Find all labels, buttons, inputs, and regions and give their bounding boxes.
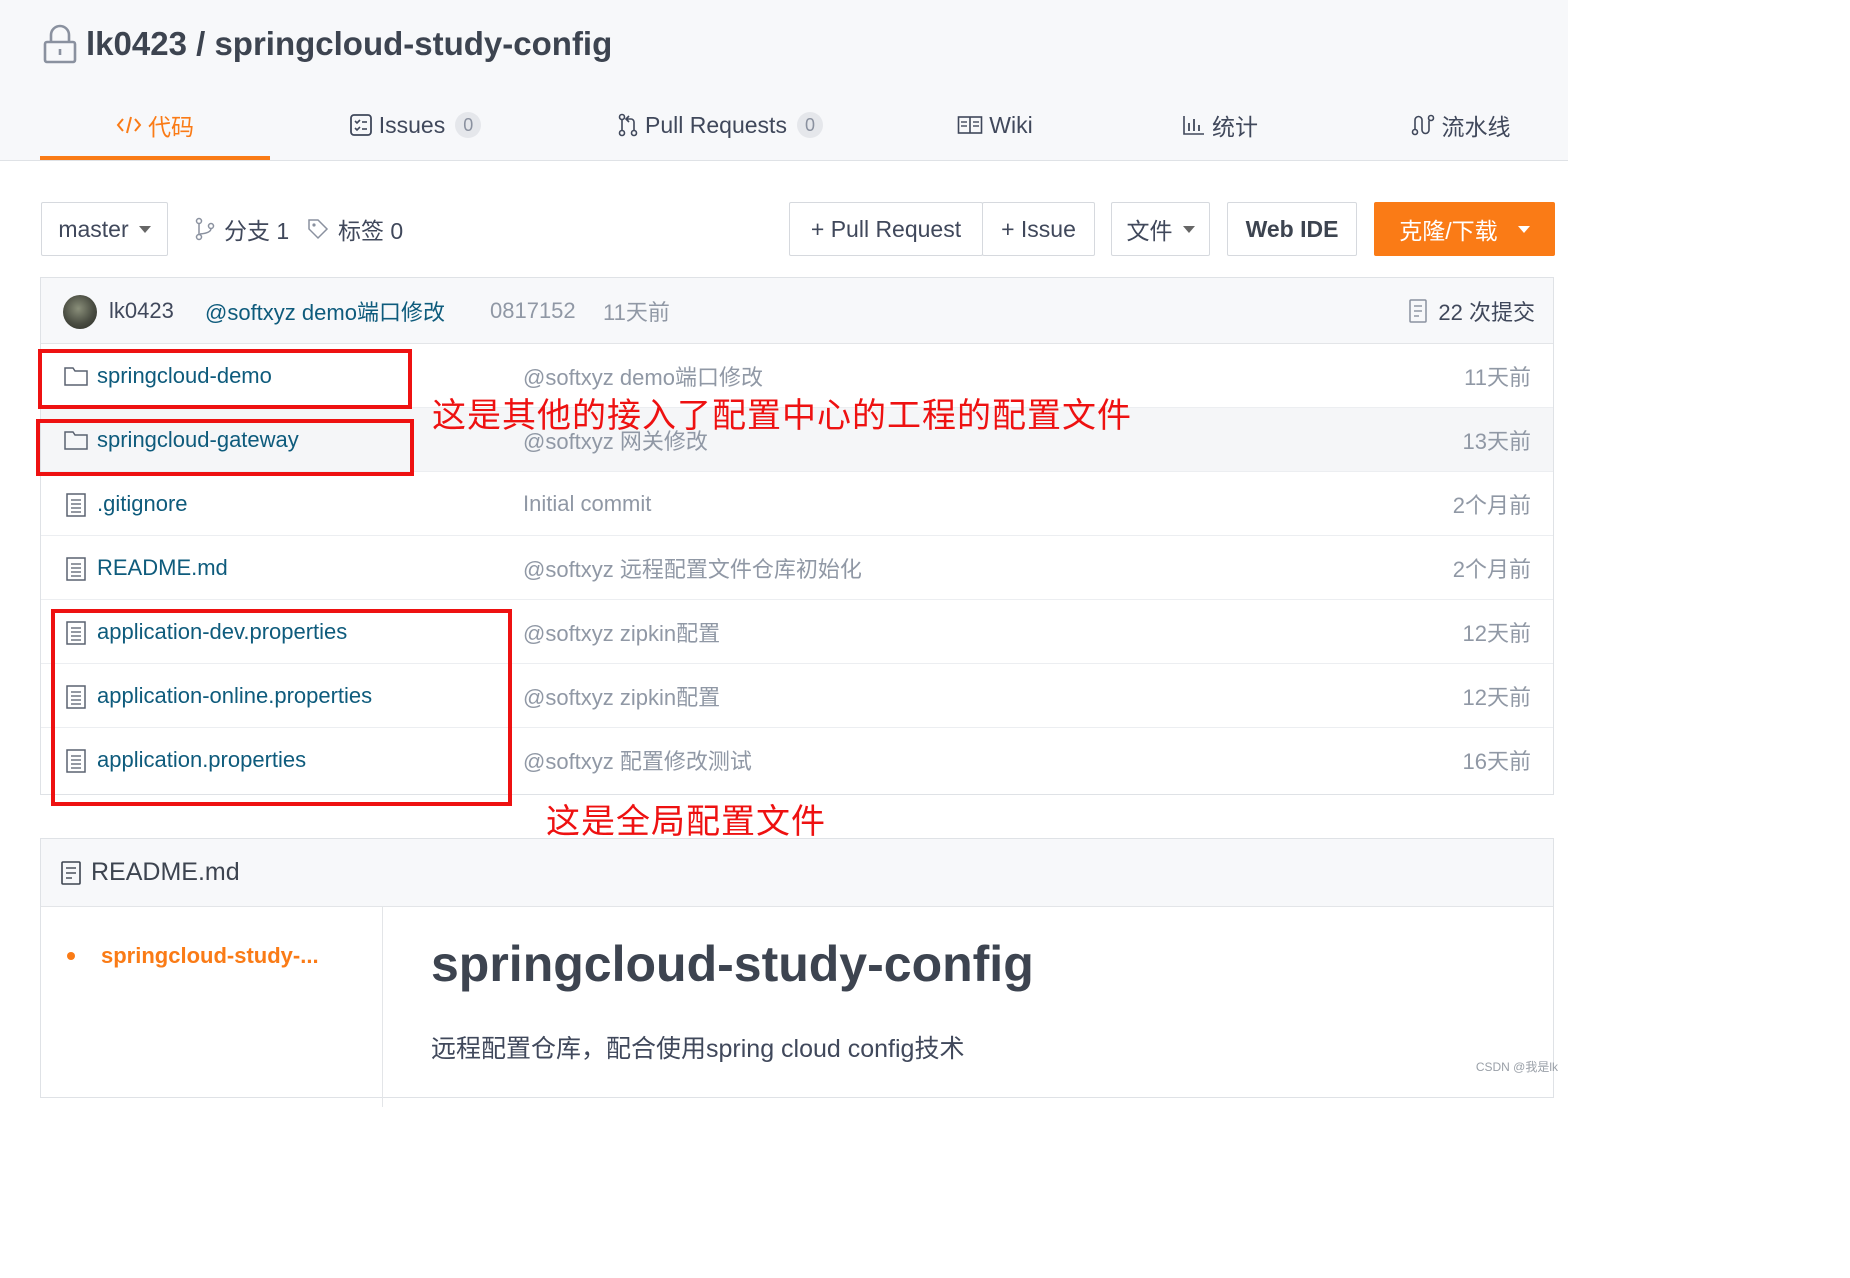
file-name-link[interactable]: application-dev.properties	[97, 600, 347, 664]
readme-icon	[59, 860, 83, 886]
file-commit-message[interactable]: @softxyz 远程配置文件仓库初始化	[523, 536, 862, 600]
tab-pull-requests[interactable]: Pull Requests 0	[605, 92, 835, 158]
file-commit-time: 12天前	[1462, 621, 1531, 646]
commit-count-link[interactable]: 22 次提交	[1408, 278, 1535, 344]
latest-commit-bar: lk0423 @softxyz demo端口修改 0817152 11天前 22…	[41, 278, 1553, 344]
file-commit-message[interactable]: @softxyz 配置修改测试	[523, 728, 752, 792]
file-commit-time: 11天前	[1464, 365, 1531, 390]
file-name-link[interactable]: springcloud-gateway	[97, 408, 299, 472]
commit-sha[interactable]: 0817152	[490, 278, 576, 344]
pull-requests-count-badge: 0	[796, 112, 823, 138]
code-icon	[116, 114, 142, 136]
readme-description: 远程配置仓库，配合使用spring cloud config技术	[431, 1035, 965, 1063]
pipeline-icon	[1410, 113, 1436, 137]
avatar[interactable]	[63, 295, 97, 329]
annotation-label-projects: 这是其他的接入了配置中心的工程的配置文件	[432, 397, 1132, 435]
lock-icon	[42, 24, 78, 64]
chevron-down-icon	[1182, 225, 1195, 233]
file-commit-time: 12天前	[1462, 685, 1531, 710]
readme-heading: springcloud-study-config	[431, 936, 1034, 992]
file-icon	[63, 620, 89, 646]
toc-item[interactable]: springcloud-study-...	[67, 943, 319, 969]
file-name-link[interactable]: application.properties	[97, 728, 306, 792]
file-icon	[63, 492, 89, 518]
file-row[interactable]: application.properties @softxyz 配置修改测试 1…	[41, 728, 1553, 792]
file-icon	[63, 748, 89, 774]
pull-request-icon	[617, 113, 639, 137]
file-commit-time: 13天前	[1462, 429, 1531, 454]
annotation-label-global: 这是全局配置文件	[546, 803, 826, 841]
file-icon	[63, 684, 89, 710]
branch-select[interactable]: master	[41, 202, 168, 256]
tab-wiki[interactable]: Wiki	[940, 92, 1050, 158]
file-row[interactable]: application-dev.properties @softxyz zipk…	[41, 600, 1553, 664]
watermark: CSDN @我是lk	[1475, 1060, 1558, 1074]
file-row[interactable]: application-online.properties @softxyz z…	[41, 664, 1553, 728]
readme-filename: README.md	[91, 858, 240, 886]
file-commit-time: 2个月前	[1452, 493, 1531, 518]
file-commit-message[interactable]: @softxyz zipkin配置	[523, 664, 720, 728]
repo-separator: /	[186, 25, 215, 62]
tab-code[interactable]: 代码	[40, 92, 270, 158]
commit-message[interactable]: @softxyz demo端口修改	[205, 278, 445, 344]
wiki-icon	[957, 115, 983, 135]
file-commit-time: 2个月前	[1452, 557, 1531, 582]
repo-name-link[interactable]: springcloud-study-config	[214, 25, 612, 63]
file-list: lk0423 @softxyz demo端口修改 0817152 11天前 22…	[40, 277, 1554, 795]
file-icon	[63, 556, 89, 582]
file-commit-message[interactable]: Initial commit	[523, 472, 651, 536]
new-pull-request-button[interactable]: + Pull Request	[789, 202, 983, 256]
tab-pipeline[interactable]: 流水线	[1390, 92, 1530, 158]
file-name-link[interactable]: .gitignore	[97, 472, 188, 536]
file-name-link[interactable]: application-online.properties	[97, 664, 372, 728]
commit-author[interactable]: lk0423	[109, 278, 174, 344]
repo-title: lk0423 / springcloud-study-config	[42, 22, 612, 66]
file-menu-button[interactable]: 文件	[1111, 202, 1210, 256]
repo-tabs: 代码 Issues 0 Pull Requests 0 Wiki 统计 流水线	[40, 92, 1540, 160]
tab-issues[interactable]: Issues 0	[340, 92, 490, 158]
active-tab-indicator	[40, 156, 270, 160]
repo-header: lk0423 / springcloud-study-config 代码 Iss…	[0, 0, 1568, 161]
repo-owner-link[interactable]: lk0423	[86, 25, 187, 63]
file-row[interactable]: .gitignore Initial commit 2个月前	[41, 472, 1553, 536]
readme-panel: README.md springcloud-study-... springcl…	[40, 838, 1554, 1107]
tab-stats[interactable]: 统计	[1165, 92, 1275, 158]
file-commit-time: 16天前	[1462, 749, 1531, 774]
clone-download-button[interactable]: 克隆/下载	[1374, 202, 1555, 256]
new-issue-button[interactable]: + Issue	[982, 202, 1095, 256]
readme-header: README.md	[41, 839, 1553, 907]
file-name-link[interactable]: springcloud-demo	[97, 344, 272, 408]
file-commit-message[interactable]: @softxyz zipkin配置	[523, 600, 720, 664]
commits-icon	[1408, 298, 1430, 324]
file-row[interactable]: README.md @softxyz 远程配置文件仓库初始化 2个月前	[41, 536, 1553, 600]
readme-toc: springcloud-study-...	[41, 907, 383, 1107]
chevron-down-icon	[138, 225, 151, 233]
commit-time: 11天前	[603, 300, 670, 325]
web-ide-button[interactable]: Web IDE	[1227, 202, 1357, 256]
branch-icon	[194, 217, 216, 241]
chart-icon	[1182, 114, 1206, 136]
file-name-link[interactable]: README.md	[97, 536, 228, 600]
bullet-icon	[67, 952, 75, 960]
branches-link[interactable]: 分支 1	[194, 202, 289, 256]
issues-count-badge: 0	[455, 112, 482, 138]
tag-icon	[306, 217, 330, 241]
chevron-down-icon	[1517, 225, 1530, 233]
folder-icon	[63, 428, 89, 454]
tags-link[interactable]: 标签 0	[306, 202, 403, 256]
folder-icon	[63, 364, 89, 390]
issues-icon	[349, 113, 373, 137]
